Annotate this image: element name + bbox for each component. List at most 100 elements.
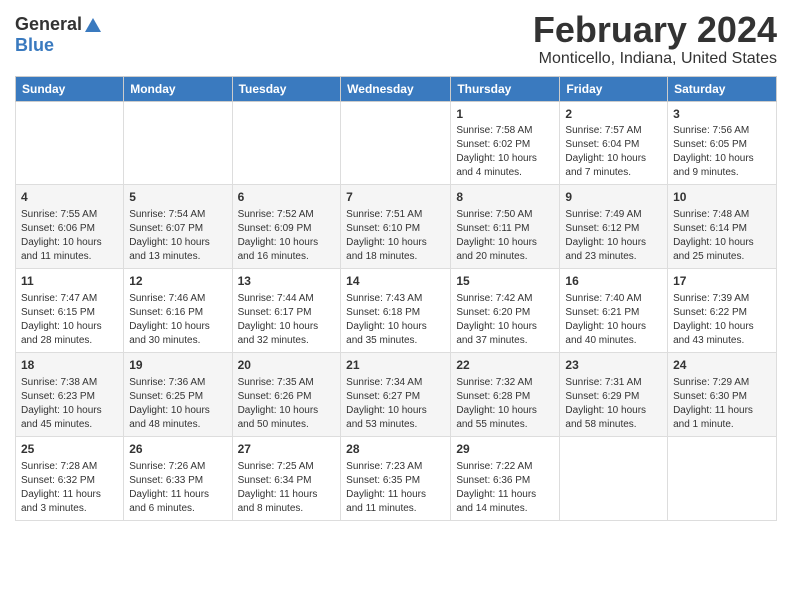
calendar-cell: 22Sunrise: 7:32 AM Sunset: 6:28 PM Dayli… bbox=[451, 352, 560, 436]
calendar-cell bbox=[668, 436, 777, 520]
day-number: 8 bbox=[456, 189, 554, 206]
calendar-cell: 19 Sunrise: 7:36 AM Sunset: 6:25 PM Dayli… bbox=[124, 352, 232, 436]
calendar-cell bbox=[341, 101, 451, 185]
calendar-cell: 4 Sunrise: 7:55 AM Sunset: 6:06 PM Daylig… bbox=[16, 185, 124, 269]
calendar-cell bbox=[560, 436, 668, 520]
day-info: Sunrise: 7:57 AM Sunset: 6:04 PM Dayligh… bbox=[565, 124, 662, 180]
day-number: 27 bbox=[238, 441, 336, 458]
calendar-cell bbox=[232, 101, 341, 185]
calendar-cell: 24 Sunrise: 7:29 AM Sunset: 6:30 PM Dayli… bbox=[668, 352, 777, 436]
calendar-cell: 17 Sunrise: 7:39 AM Sunset: 6:22 PM Dayli… bbox=[668, 269, 777, 353]
logo-blue: Blue bbox=[15, 35, 54, 56]
calendar-cell: 3Sunrise: 7:56 AM Sunset: 6:05 PM Daylig… bbox=[668, 101, 777, 185]
day-info: Sunrise: 7:42 AM Sunset: 6:20 PM Dayligh… bbox=[456, 292, 554, 348]
day-number: 18 bbox=[21, 357, 118, 374]
day-info: Sunrise: 7:52 AM Sunset: 6:09 PM Dayligh… bbox=[238, 208, 336, 264]
day-info: Sunrise: 7:49 AM Sunset: 6:12 PM Dayligh… bbox=[565, 208, 662, 264]
day-info: Sunrise: 7:29 AM Sunset: 6:30 PM Dayligh… bbox=[673, 376, 771, 432]
day-info: Sunrise: 7:25 AM Sunset: 6:34 PM Dayligh… bbox=[238, 460, 336, 516]
day-number: 20 bbox=[238, 357, 336, 374]
day-info: Sunrise: 7:48 AM Sunset: 6:14 PM Dayligh… bbox=[673, 208, 771, 264]
day-number: 3 bbox=[673, 106, 771, 123]
day-info: Sunrise: 7:56 AM Sunset: 6:05 PM Dayligh… bbox=[673, 124, 771, 180]
logo: General Blue bbox=[15, 14, 101, 56]
logo-general: General bbox=[15, 14, 82, 35]
col-header-saturday: Saturday bbox=[668, 76, 777, 101]
calendar-cell: 21 Sunrise: 7:34 AM Sunset: 6:27 PM Dayli… bbox=[341, 352, 451, 436]
day-info: Sunrise: 7:43 AM Sunset: 6:18 PM Dayligh… bbox=[346, 292, 445, 348]
day-info: Sunrise: 7:26 AM Sunset: 6:33 PM Dayligh… bbox=[129, 460, 226, 516]
page-subtitle: Monticello, Indiana, United States bbox=[533, 50, 777, 68]
calendar-cell bbox=[16, 101, 124, 185]
col-header-tuesday: Tuesday bbox=[232, 76, 341, 101]
calendar-cell: 29Sunrise: 7:22 AM Sunset: 6:36 PM Dayli… bbox=[451, 436, 560, 520]
day-number: 19 bbox=[129, 357, 226, 374]
day-number: 13 bbox=[238, 273, 336, 290]
day-number: 14 bbox=[346, 273, 445, 290]
day-number: 9 bbox=[565, 189, 662, 206]
calendar-cell: 8 Sunrise: 7:50 AM Sunset: 6:11 PM Daylig… bbox=[451, 185, 560, 269]
day-number: 4 bbox=[21, 189, 118, 206]
calendar-cell: 11 Sunrise: 7:47 AM Sunset: 6:15 PM Dayli… bbox=[16, 269, 124, 353]
day-info: Sunrise: 7:50 AM Sunset: 6:11 PM Dayligh… bbox=[456, 208, 554, 264]
calendar-cell: 2Sunrise: 7:57 AM Sunset: 6:04 PM Daylig… bbox=[560, 101, 668, 185]
day-info: Sunrise: 7:36 AM Sunset: 6:25 PM Dayligh… bbox=[129, 376, 226, 432]
col-header-thursday: Thursday bbox=[451, 76, 560, 101]
day-number: 21 bbox=[346, 357, 445, 374]
calendar-cell: 25 Sunrise: 7:28 AM Sunset: 6:32 PM Dayli… bbox=[16, 436, 124, 520]
calendar-cell: 5 Sunrise: 7:54 AM Sunset: 6:07 PM Daylig… bbox=[124, 185, 232, 269]
week-row-4: 18Sunrise: 7:38 AM Sunset: 6:23 PM Dayli… bbox=[16, 352, 777, 436]
day-number: 16 bbox=[565, 273, 662, 290]
calendar-cell: 15 Sunrise: 7:42 AM Sunset: 6:20 PM Dayli… bbox=[451, 269, 560, 353]
calendar-cell: 12Sunrise: 7:46 AM Sunset: 6:16 PM Dayli… bbox=[124, 269, 232, 353]
calendar-cell: 26 Sunrise: 7:26 AM Sunset: 6:33 PM Dayli… bbox=[124, 436, 232, 520]
week-row-5: 25 Sunrise: 7:28 AM Sunset: 6:32 PM Dayli… bbox=[16, 436, 777, 520]
title-area: February 2024 Monticello, Indiana, Unite… bbox=[533, 10, 777, 68]
page-title: February 2024 bbox=[533, 10, 777, 50]
calendar-cell: 18Sunrise: 7:38 AM Sunset: 6:23 PM Dayli… bbox=[16, 352, 124, 436]
day-number: 17 bbox=[673, 273, 771, 290]
calendar-cell: 20 Sunrise: 7:35 AM Sunset: 6:26 PM Dayli… bbox=[232, 352, 341, 436]
day-info: Sunrise: 7:44 AM Sunset: 6:17 PM Dayligh… bbox=[238, 292, 336, 348]
day-number: 7 bbox=[346, 189, 445, 206]
day-number: 24 bbox=[673, 357, 771, 374]
day-info: Sunrise: 7:58 AM Sunset: 6:02 PM Dayligh… bbox=[456, 124, 554, 180]
day-number: 11 bbox=[21, 273, 118, 290]
day-number: 15 bbox=[456, 273, 554, 290]
day-info: Sunrise: 7:39 AM Sunset: 6:22 PM Dayligh… bbox=[673, 292, 771, 348]
calendar-cell: 9 Sunrise: 7:49 AM Sunset: 6:12 PM Daylig… bbox=[560, 185, 668, 269]
day-info: Sunrise: 7:35 AM Sunset: 6:26 PM Dayligh… bbox=[238, 376, 336, 432]
day-info: Sunrise: 7:28 AM Sunset: 6:32 PM Dayligh… bbox=[21, 460, 118, 516]
day-info: Sunrise: 7:54 AM Sunset: 6:07 PM Dayligh… bbox=[129, 208, 226, 264]
calendar-cell: 28Sunrise: 7:23 AM Sunset: 6:35 PM Dayli… bbox=[341, 436, 451, 520]
day-info: Sunrise: 7:46 AM Sunset: 6:16 PM Dayligh… bbox=[129, 292, 226, 348]
day-info: Sunrise: 7:32 AM Sunset: 6:28 PM Dayligh… bbox=[456, 376, 554, 432]
day-number: 10 bbox=[673, 189, 771, 206]
day-number: 26 bbox=[129, 441, 226, 458]
day-number: 6 bbox=[238, 189, 336, 206]
day-number: 2 bbox=[565, 106, 662, 123]
day-info: Sunrise: 7:51 AM Sunset: 6:10 PM Dayligh… bbox=[346, 208, 445, 264]
col-header-friday: Friday bbox=[560, 76, 668, 101]
calendar-header-row: SundayMondayTuesdayWednesdayThursdayFrid… bbox=[16, 76, 777, 101]
calendar-cell: 16 Sunrise: 7:40 AM Sunset: 6:21 PM Dayli… bbox=[560, 269, 668, 353]
day-info: Sunrise: 7:34 AM Sunset: 6:27 PM Dayligh… bbox=[346, 376, 445, 432]
day-number: 23 bbox=[565, 357, 662, 374]
week-row-1: 1Sunrise: 7:58 AM Sunset: 6:02 PM Daylig… bbox=[16, 101, 777, 185]
day-number: 5 bbox=[129, 189, 226, 206]
day-info: Sunrise: 7:55 AM Sunset: 6:06 PM Dayligh… bbox=[21, 208, 118, 264]
calendar-cell: 1Sunrise: 7:58 AM Sunset: 6:02 PM Daylig… bbox=[451, 101, 560, 185]
week-row-3: 11 Sunrise: 7:47 AM Sunset: 6:15 PM Dayli… bbox=[16, 269, 777, 353]
day-number: 1 bbox=[456, 106, 554, 123]
day-info: Sunrise: 7:31 AM Sunset: 6:29 PM Dayligh… bbox=[565, 376, 662, 432]
day-info: Sunrise: 7:40 AM Sunset: 6:21 PM Dayligh… bbox=[565, 292, 662, 348]
calendar-cell bbox=[124, 101, 232, 185]
day-info: Sunrise: 7:47 AM Sunset: 6:15 PM Dayligh… bbox=[21, 292, 118, 348]
logo-triangle-icon bbox=[85, 18, 101, 32]
calendar-table: SundayMondayTuesdayWednesdayThursdayFrid… bbox=[15, 76, 777, 521]
day-info: Sunrise: 7:22 AM Sunset: 6:36 PM Dayligh… bbox=[456, 460, 554, 516]
calendar-cell: 7 Sunrise: 7:51 AM Sunset: 6:10 PM Daylig… bbox=[341, 185, 451, 269]
week-row-2: 4 Sunrise: 7:55 AM Sunset: 6:06 PM Daylig… bbox=[16, 185, 777, 269]
day-info: Sunrise: 7:23 AM Sunset: 6:35 PM Dayligh… bbox=[346, 460, 445, 516]
day-number: 25 bbox=[21, 441, 118, 458]
